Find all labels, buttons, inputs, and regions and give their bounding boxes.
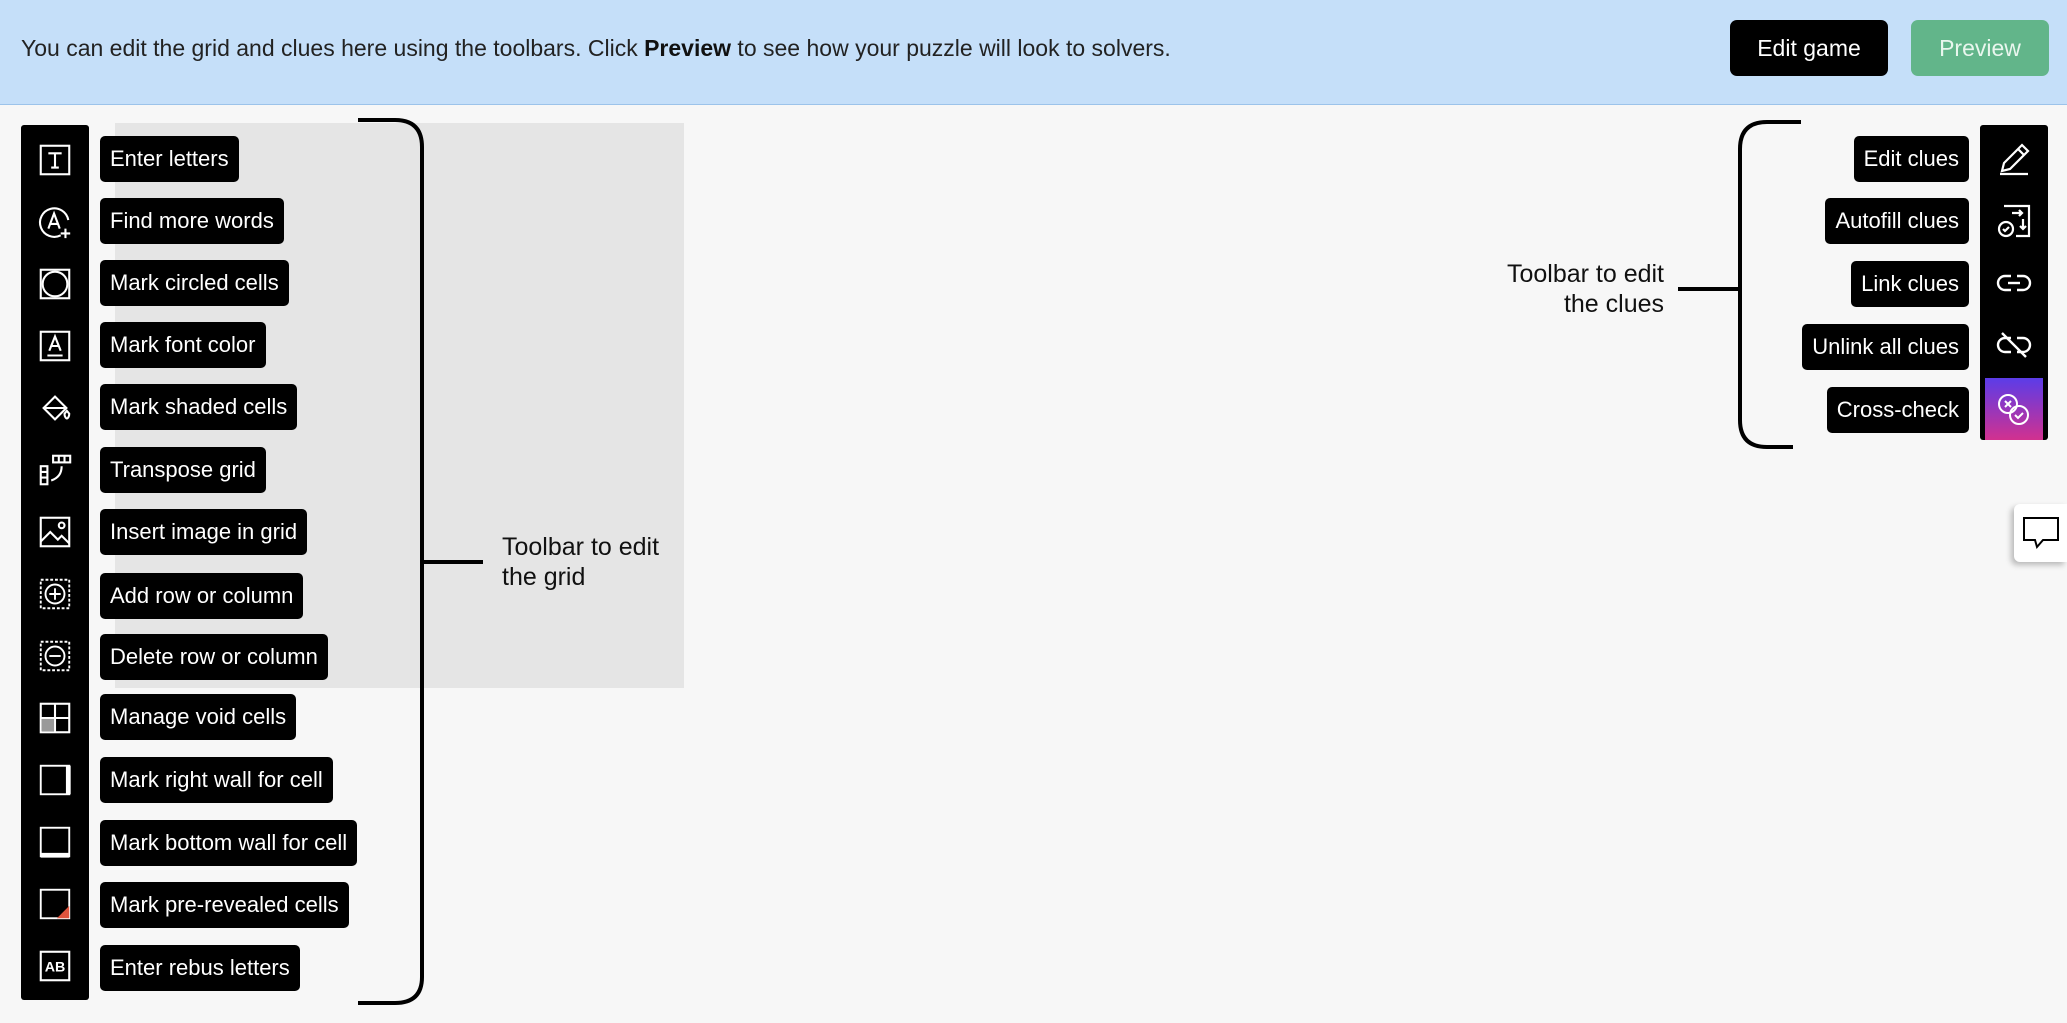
tooltip-mark-bottom-wall: Mark bottom wall for cell (100, 820, 358, 866)
tooltip-delete-row-column: Delete row or column (100, 634, 328, 680)
tooltip-edit-clues: Edit clues (1853, 136, 1969, 182)
preview-button[interactable]: Preview (1911, 20, 2049, 76)
circled-cell-icon[interactable] (21, 257, 89, 311)
tooltip-find-more-words: Find more words (100, 198, 284, 244)
transpose-icon[interactable] (21, 443, 89, 497)
clue-annotation-line-1: Toolbar to edit (1506, 260, 1664, 288)
text-letter-icon[interactable] (21, 133, 89, 187)
bottom-wall-icon[interactable] (21, 815, 89, 869)
grid-annotation-line-1: Toolbar to edit (502, 533, 660, 561)
tooltip-manage-void-cells: Manage void cells (100, 694, 297, 740)
cross-check-icon[interactable] (1985, 378, 2043, 440)
link-icon[interactable] (1980, 255, 2048, 311)
pencil-icon[interactable] (1980, 131, 2048, 187)
tooltip-link-clues: Link clues (1851, 261, 1969, 307)
paint-bucket-icon[interactable] (21, 381, 89, 435)
pre-revealed-icon[interactable] (21, 877, 89, 931)
tooltip-transpose-grid: Transpose grid (100, 447, 266, 493)
clue-toolbar-annotation: Toolbar to edit the clues (1430, 259, 1664, 319)
delete-row-column-icon[interactable] (21, 629, 89, 683)
tooltip-enter-rebus: Enter rebus letters (100, 945, 300, 991)
svg-text:AB: AB (45, 960, 66, 976)
banner-text-before: You can edit the grid and clues here usi… (21, 35, 645, 61)
grid-toolbar: AB (21, 125, 89, 1000)
edit-game-button[interactable]: Edit game (1730, 20, 1888, 76)
clue-toolbar (1980, 125, 2048, 440)
info-banner: You can edit the grid and clues here usi… (0, 0, 2067, 105)
font-color-icon[interactable] (21, 319, 89, 373)
banner-message: You can edit the grid and clues here usi… (21, 35, 1171, 62)
chat-button[interactable] (2014, 504, 2067, 562)
grid-toolbar-annotation: Toolbar to edit the grid (502, 532, 659, 592)
clue-annotation-line-2: the clues (1563, 290, 1664, 318)
tooltip-add-row-column: Add row or column (100, 573, 304, 619)
tooltip-mark-pre-revealed: Mark pre-revealed cells (100, 882, 349, 928)
tooltip-mark-circled-cells: Mark circled cells (100, 260, 289, 306)
tooltip-unlink-all-clues: Unlink all clues (1802, 324, 1969, 370)
right-wall-icon[interactable] (21, 753, 89, 807)
tooltip-insert-image: Insert image in grid (100, 509, 308, 555)
unlink-icon[interactable] (1980, 317, 2048, 373)
tooltip-cross-check: Cross-check (1826, 387, 1969, 433)
chat-bubble-icon (2022, 517, 2059, 550)
void-cells-icon[interactable] (21, 691, 89, 745)
banner-text-after: to see how your puzzle will look to solv… (731, 35, 1171, 61)
find-words-icon[interactable] (21, 195, 89, 249)
banner-text-bold: Preview (644, 35, 732, 61)
tooltip-mark-right-wall: Mark right wall for cell (100, 757, 333, 803)
add-row-column-icon[interactable] (21, 567, 89, 621)
tooltip-mark-shaded-cells: Mark shaded cells (100, 384, 298, 430)
autofill-icon[interactable] (1980, 193, 2048, 249)
tooltip-autofill-clues: Autofill clues (1825, 198, 1969, 244)
grid-annotation-line-2: the grid (502, 563, 586, 591)
tooltip-mark-font-color: Mark font color (100, 322, 266, 368)
image-icon[interactable] (21, 505, 89, 559)
tooltip-enter-letters: Enter letters (100, 136, 239, 182)
rebus-icon[interactable]: AB (21, 939, 89, 993)
